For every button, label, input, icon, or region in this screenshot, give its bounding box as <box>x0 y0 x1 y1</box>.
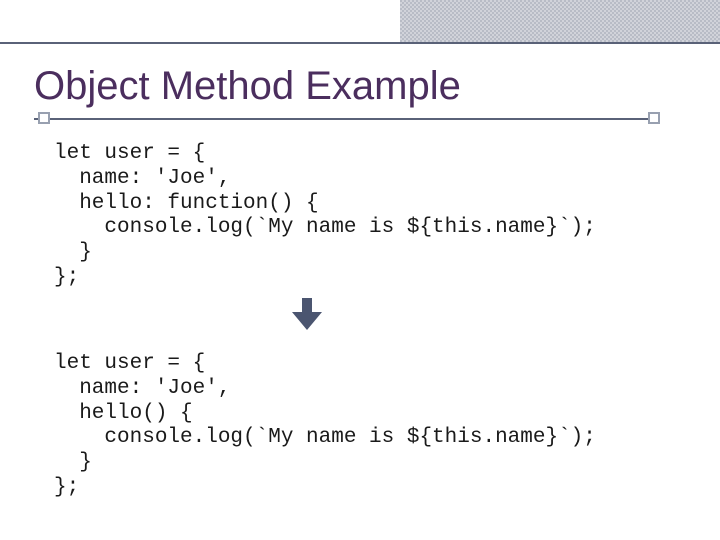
down-arrow-icon <box>292 298 322 330</box>
decorative-square-icon <box>648 112 660 124</box>
title-underline <box>34 118 660 120</box>
slide-title: Object Method Example <box>34 64 461 109</box>
decorative-square-icon <box>38 112 50 124</box>
slide-header-stripe <box>0 0 720 44</box>
code-example-after: let user = { name: 'Joe', hello() { cons… <box>54 352 596 501</box>
code-example-before: let user = { name: 'Joe', hello: functio… <box>54 142 596 291</box>
